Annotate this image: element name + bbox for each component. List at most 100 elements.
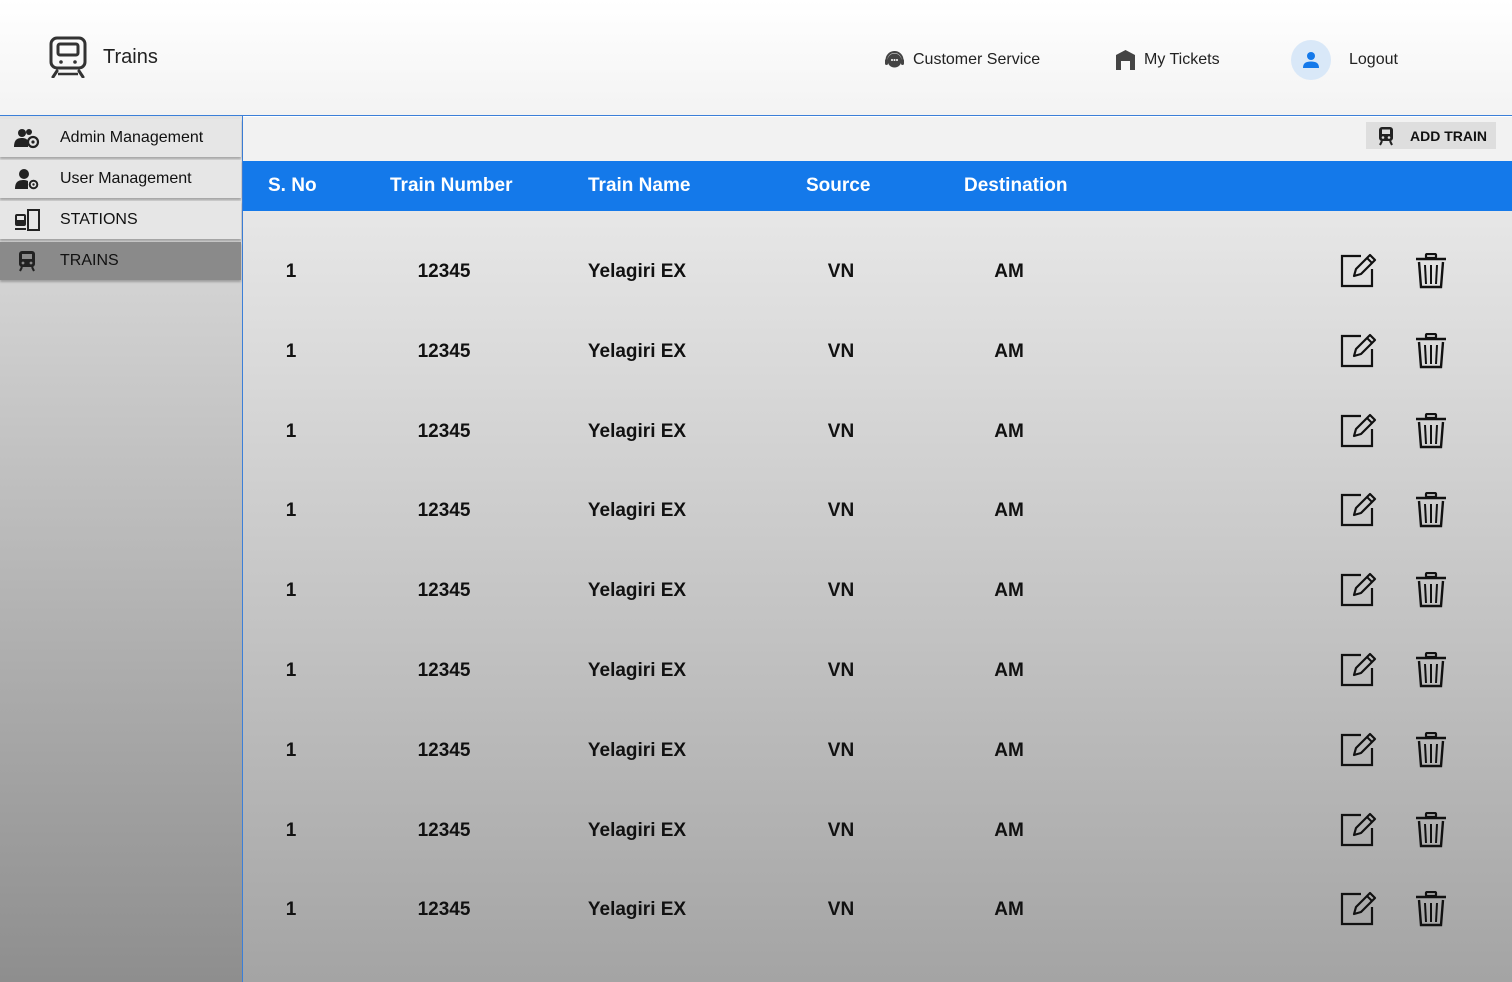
cell-destination: AM — [994, 580, 1024, 602]
cell-destination: AM — [994, 660, 1024, 681]
edit-icon[interactable] — [1339, 413, 1377, 449]
cell-source: VN — [827, 739, 855, 761]
column-header-source: Source — [806, 175, 871, 196]
user-gear-icon — [14, 168, 40, 190]
cell-source: VN — [827, 340, 855, 362]
delete-icon[interactable] — [1414, 572, 1452, 608]
cell-train-number: 12345 — [417, 739, 471, 761]
cell-sno: 1 — [285, 580, 297, 602]
cell-train-number: 12345 — [417, 261, 471, 282]
delete-icon[interactable] — [1414, 492, 1452, 528]
add-train-button[interactable]: ADD TRAIN — [1366, 122, 1496, 149]
delete-icon[interactable] — [1414, 811, 1452, 848]
table-row: 1 12345 Yelagiri EX VN AM — [243, 720, 1512, 780]
cell-train-number: 12345 — [417, 819, 471, 841]
delete-icon[interactable] — [1414, 252, 1452, 289]
cell-destination: AM — [994, 819, 1024, 841]
cell-train-number: 12345 — [417, 500, 471, 522]
edit-icon[interactable] — [1339, 253, 1377, 289]
table-row: 1 12345 Yelagiri EX VN AM — [243, 321, 1512, 381]
edit-icon[interactable] — [1339, 492, 1377, 528]
cell-sno: 1 — [285, 819, 297, 841]
sidebar-item-trains[interactable]: TRAINS — [0, 242, 241, 280]
cell-destination: AM — [994, 261, 1024, 282]
cell-train-name: Yelagiri EX — [587, 899, 687, 921]
cell-sno: 1 — [285, 420, 297, 442]
toolbar: ADD TRAIN — [243, 117, 1512, 161]
edit-icon[interactable] — [1339, 333, 1377, 369]
column-header-destination: Destination — [964, 175, 1068, 196]
table-row: 1 12345 Yelagiri EX VN AM — [243, 560, 1512, 620]
cell-train-number: 12345 — [417, 420, 471, 442]
cell-train-number: 12345 — [417, 580, 471, 602]
cell-source: VN — [827, 819, 855, 841]
app-title: Trains — [103, 45, 158, 68]
sidebar-item-label: User Management — [60, 170, 192, 187]
edit-icon[interactable] — [1339, 572, 1377, 608]
cell-destination: AM — [994, 420, 1024, 442]
cell-destination: AM — [994, 739, 1024, 761]
logout-link[interactable]: Logout — [1291, 40, 1398, 80]
my-tickets-link[interactable]: My Tickets — [1115, 46, 1220, 74]
headset-icon — [885, 51, 904, 68]
main-content: ADD TRAIN S. No Train Number Train Name … — [243, 117, 1512, 982]
admin-group-icon — [14, 127, 40, 149]
logout-label: Logout — [1349, 51, 1398, 68]
cell-train-name: Yelagiri EX — [587, 819, 687, 841]
column-header-train-number: Train Number — [390, 175, 513, 196]
cell-destination: AM — [994, 899, 1024, 921]
delete-icon[interactable] — [1414, 891, 1452, 927]
delete-icon[interactable] — [1414, 651, 1452, 688]
train-logo-icon — [49, 36, 87, 78]
column-header-sno: S. No — [268, 175, 317, 196]
cell-sno: 1 — [285, 340, 297, 362]
cell-sno: 1 — [285, 261, 297, 282]
sidebar-item-label: STATIONS — [60, 211, 138, 228]
customer-service-label: Customer Service — [913, 51, 1041, 68]
edit-icon[interactable] — [1339, 732, 1377, 768]
cell-train-name: Yelagiri EX — [587, 261, 687, 282]
table-row: 1 12345 Yelagiri EX VN AM — [243, 241, 1512, 301]
sidebar: Admin Management User Management STATION… — [0, 116, 243, 982]
station-icon — [14, 209, 40, 231]
edit-icon[interactable] — [1339, 652, 1377, 688]
cell-train-number: 12345 — [417, 340, 471, 362]
brand[interactable]: Trains — [49, 36, 158, 78]
cell-source: VN — [827, 420, 855, 442]
cell-train-number: 12345 — [417, 660, 471, 681]
sidebar-item-stations[interactable]: STATIONS — [0, 201, 241, 239]
cell-train-name: Yelagiri EX — [587, 340, 687, 362]
cell-sno: 1 — [285, 899, 297, 921]
cell-source: VN — [827, 660, 855, 681]
cell-destination: AM — [994, 340, 1024, 362]
cell-sno: 1 — [285, 500, 297, 522]
cell-sno: 1 — [285, 739, 297, 761]
table-row: 1 12345 Yelagiri EX VN AM — [243, 800, 1512, 860]
column-header-train-name: Train Name — [588, 175, 691, 196]
avatar[interactable] — [1291, 40, 1331, 80]
cell-source: VN — [827, 899, 855, 921]
customer-service-link[interactable]: Customer Service — [884, 46, 1040, 74]
delete-icon[interactable] — [1414, 332, 1452, 369]
cell-train-name: Yelagiri EX — [587, 739, 687, 761]
edit-icon[interactable] — [1339, 812, 1377, 848]
cell-destination: AM — [994, 500, 1024, 522]
cell-train-name: Yelagiri EX — [587, 500, 687, 522]
delete-icon[interactable] — [1414, 731, 1452, 768]
edit-icon[interactable] — [1339, 891, 1377, 927]
table-header: S. No Train Number Train Name Source Des… — [243, 161, 1512, 211]
cell-sno: 1 — [285, 660, 297, 681]
cell-train-number: 12345 — [417, 899, 471, 921]
delete-icon[interactable] — [1414, 412, 1452, 449]
cell-train-name: Yelagiri EX — [587, 580, 687, 602]
ticket-building-icon — [1116, 50, 1135, 70]
sidebar-item-admin-management[interactable]: Admin Management — [0, 119, 241, 157]
train-icon — [14, 250, 40, 272]
top-header: Trains Customer Service My Tickets Logou… — [0, 0, 1512, 116]
my-tickets-label: My Tickets — [1144, 51, 1220, 68]
table-row: 1 12345 Yelagiri EX VN AM — [243, 640, 1512, 700]
cell-train-name: Yelagiri EX — [587, 660, 687, 681]
table-row: 1 12345 Yelagiri EX VN AM — [243, 879, 1512, 939]
sidebar-item-label: TRAINS — [60, 252, 119, 269]
sidebar-item-user-management[interactable]: User Management — [0, 160, 241, 198]
